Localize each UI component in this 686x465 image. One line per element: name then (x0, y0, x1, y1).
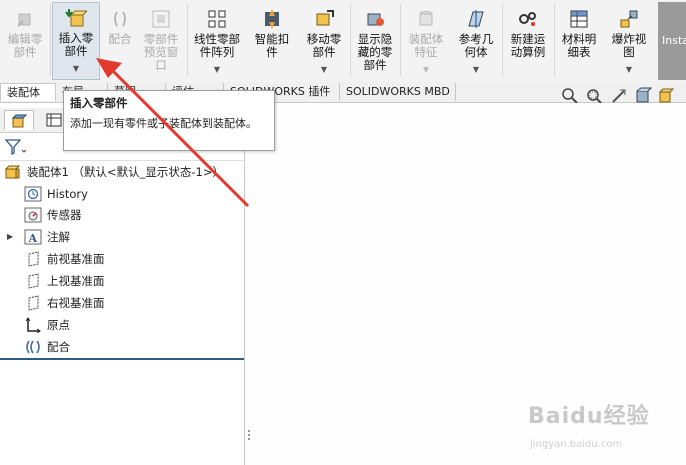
new-motion-study-button[interactable]: 新建运 动算例 (504, 2, 552, 80)
origin-icon (25, 317, 41, 333)
smart-fastener-icon (265, 9, 279, 29)
smart-fastener-button[interactable]: 智能扣 件 (247, 2, 297, 80)
exploded-view-button[interactable]: 爆炸视 图 ▼ (604, 2, 654, 80)
panel-divider[interactable] (0, 358, 244, 360)
mate-icon (114, 11, 126, 27)
dropdown-arrow-icon[interactable]: ▼ (402, 63, 450, 76)
tooltip-description: 添加一现有零件或子装配体到装配体。 (70, 117, 257, 130)
plane-icon (28, 273, 39, 289)
svg-text:A: A (28, 232, 38, 245)
motion-study-icon (519, 12, 536, 26)
plane-icon (28, 295, 39, 311)
panel-splitter-handle[interactable] (246, 415, 252, 455)
reference-geometry-button[interactable]: 参考几 何体 ▼ (452, 2, 500, 80)
dropdown-arrow-icon[interactable]: ▼ (53, 62, 99, 75)
linear-pattern-button[interactable]: 线性零部 件阵列 ▼ (189, 2, 245, 80)
tooltip-title: 插入零部件 (70, 96, 128, 110)
assembly-icon (4, 165, 21, 179)
component-preview-icon (152, 10, 170, 28)
annotation-icon: A (24, 229, 42, 245)
dropdown-arrow-icon[interactable]: ▼ (189, 63, 245, 76)
dropdown-arrow-icon[interactable]: ▼ (604, 63, 654, 76)
assembly-feature-button[interactable]: 装配体 特征 ▼ (402, 2, 450, 80)
tab-solidworks-mbd[interactable]: SOLIDWORKS MBD (340, 83, 456, 101)
feature-tree-icon (11, 114, 28, 128)
filter-icon[interactable] (5, 139, 27, 155)
insert-component-tooltip: 插入零部件 添加一现有零件或子装配体到装配体。 (63, 90, 275, 151)
insert-component-icon (65, 9, 87, 27)
history-icon (24, 186, 42, 202)
edit-part-icon (17, 13, 31, 27)
watermark-url: jingyan.baidu.com (530, 439, 623, 450)
instant3d-button[interactable]: Insta (658, 2, 686, 80)
baidu-watermark: Baidu经验 (528, 404, 650, 429)
edit-part-button[interactable]: 编辑零 部件 (2, 2, 48, 80)
mate-button[interactable]: 配合 (102, 2, 138, 80)
move-component-icon (316, 10, 334, 26)
linear-pattern-icon (208, 10, 226, 28)
dropdown-arrow-icon[interactable]: ▼ (299, 63, 349, 76)
component-preview-button[interactable]: 零部件 预览窗 口 (138, 2, 184, 80)
feature-manager-panel: 装配体1 （默认<默认_显示状态-1>） History 传感器 ▶ A 注解 … (0, 108, 245, 465)
assembly-feature-icon (419, 11, 433, 26)
insert-component-button[interactable]: 插入零 部件 ▼ (52, 2, 100, 80)
sensor-icon (24, 207, 42, 223)
show-hidden-icon (367, 13, 384, 26)
reference-geometry-icon (468, 10, 484, 28)
move-component-button[interactable]: 移动零 部件 ▼ (299, 2, 349, 80)
property-manager-icon (46, 113, 62, 127)
mates-folder-icon (26, 340, 40, 354)
bom-icon (570, 10, 588, 28)
bill-of-materials-button[interactable]: 材料明 细表 (556, 2, 602, 80)
expand-arrow-icon[interactable]: ▶ (7, 232, 13, 241)
dropdown-arrow-icon[interactable]: ▼ (452, 63, 500, 76)
tab-feature-manager[interactable] (4, 110, 34, 130)
exploded-view-icon (620, 10, 638, 28)
show-hidden-components-button[interactable]: 显示隐 藏的零 部件 (352, 2, 398, 80)
plane-icon (28, 251, 39, 267)
tab-assembly[interactable]: 装配体 (0, 83, 56, 101)
command-manager-ribbon: 编辑零 部件 插入零 部件 ▼ 配合 零部件 预览窗 口 线性零部 件阵列 ▼ … (0, 0, 686, 83)
